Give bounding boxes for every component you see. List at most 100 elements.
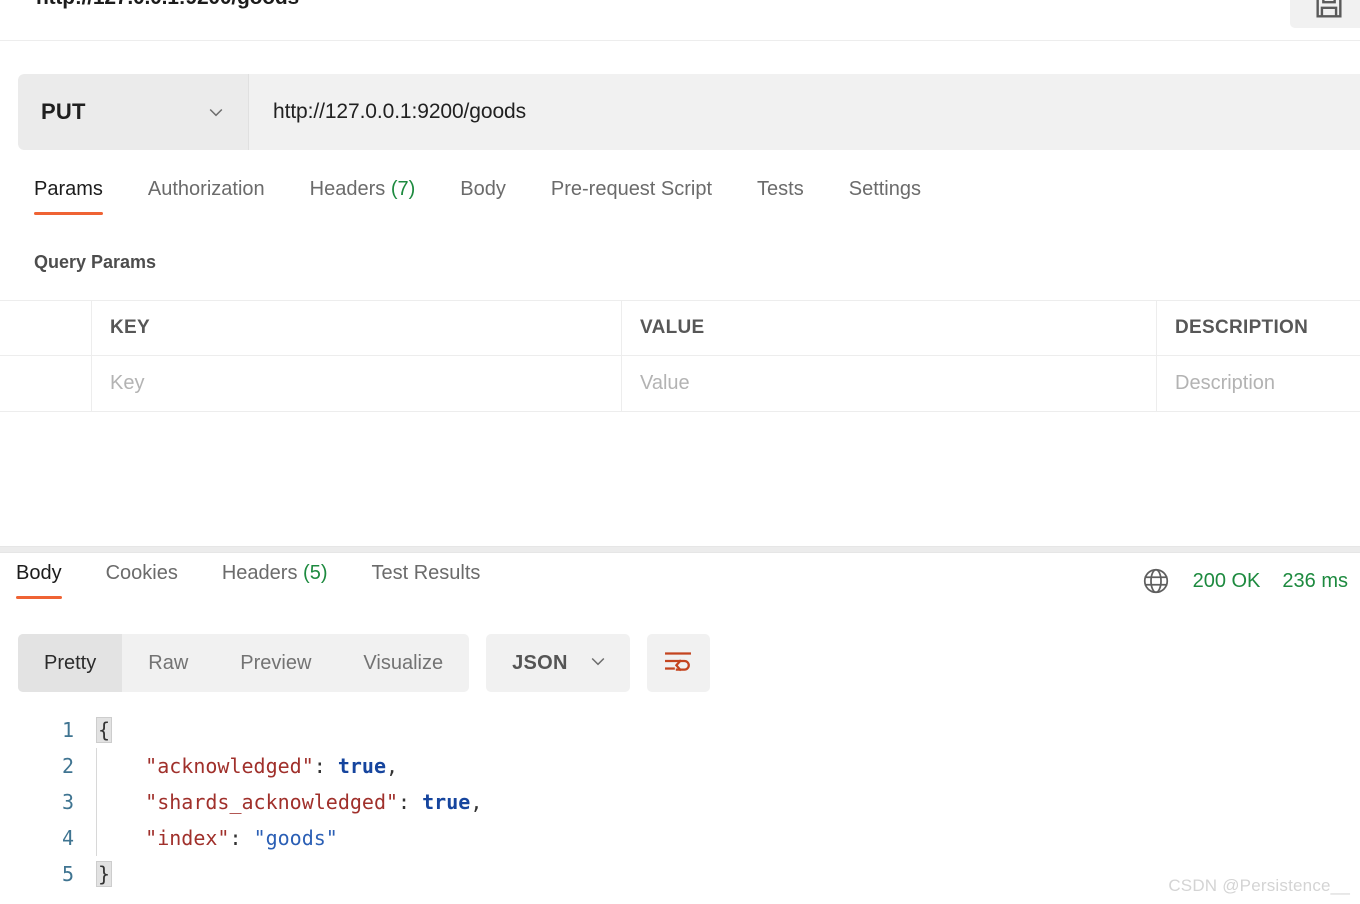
- tab-settings-label: Settings: [848, 178, 921, 200]
- view-pretty-label: Pretty: [44, 651, 97, 674]
- tab-response-body[interactable]: Body: [16, 562, 62, 599]
- json-key: "index": [145, 826, 230, 850]
- response-view-segmented-control: Pretty Raw Preview Visualize: [18, 634, 470, 692]
- watermark: CSDN @Persistence__: [1168, 876, 1350, 895]
- code-content: "acknowledged": true,: [97, 754, 398, 778]
- response-meta: 200 OK 236 ms: [1141, 566, 1348, 596]
- select-all-cell[interactable]: [0, 301, 92, 355]
- param-key-placeholder: Key: [110, 372, 145, 394]
- save-button[interactable]: [1290, 0, 1360, 28]
- view-raw-button[interactable]: Raw: [122, 634, 214, 692]
- globe-icon: [1141, 566, 1171, 596]
- tab-authorization[interactable]: Authorization: [148, 178, 265, 215]
- chevron-down-icon: [588, 651, 608, 676]
- code-content: "index": "goods": [97, 826, 338, 850]
- column-header-description: DESCRIPTION: [1157, 301, 1360, 355]
- tab-response-headers[interactable]: Headers (5): [222, 562, 328, 599]
- code-content: }: [96, 861, 113, 887]
- view-visualize-label: Visualize: [363, 651, 444, 674]
- table-header-row: KEY VALUE DESCRIPTION: [0, 300, 1360, 356]
- word-wrap-icon: [664, 648, 692, 679]
- line-number: 4: [61, 826, 74, 850]
- request-bar: PUT http://127.0.0.1:9200/goods: [18, 74, 1360, 150]
- row-checkbox-cell[interactable]: [0, 356, 92, 411]
- code-line: 2 "acknowledged": true,: [0, 748, 1360, 784]
- word-wrap-button[interactable]: [646, 634, 710, 692]
- json-string: "goods": [253, 826, 338, 850]
- table-row: Key Value Description: [0, 356, 1360, 412]
- param-description-input[interactable]: Description: [1157, 356, 1360, 411]
- json-key: "acknowledged": [145, 754, 314, 778]
- pane-resize-handle[interactable]: [0, 546, 1360, 553]
- line-number: 5: [61, 862, 74, 886]
- tab-response-headers-label: Headers: [221, 562, 298, 584]
- view-preview-button[interactable]: Preview: [214, 634, 337, 692]
- save-icon: [1312, 0, 1346, 22]
- column-header-description-label: DESCRIPTION: [1175, 317, 1309, 338]
- json-colon: :: [229, 826, 254, 850]
- json-colon: :: [398, 790, 423, 814]
- response-time: 236 ms: [1282, 569, 1348, 592]
- tab-response-cookies-label: Cookies: [105, 562, 178, 584]
- json-boolean: true: [337, 754, 387, 778]
- tab-body-label: Body: [460, 178, 506, 200]
- json-comma: ,: [470, 790, 483, 814]
- http-method-select[interactable]: PUT: [18, 74, 249, 150]
- tab-settings[interactable]: Settings: [849, 178, 921, 215]
- tab-pre-request-script[interactable]: Pre-request Script: [551, 178, 712, 215]
- code-line: 1 {: [0, 712, 1360, 748]
- response-format-toolbar: Pretty Raw Preview Visualize JSON: [18, 634, 710, 692]
- tab-pre-request-script-label: Pre-request Script: [550, 178, 713, 200]
- request-tab-bar: Params Authorization Headers (7) Body Pr…: [0, 178, 1360, 226]
- page-title: http://127.0.0.1:9200/goods: [36, 0, 299, 10]
- json-boolean: true: [422, 790, 471, 814]
- tab-response-headers-count: (5): [303, 562, 328, 584]
- tab-headers[interactable]: Headers (7): [310, 178, 416, 215]
- tab-headers-label: Headers: [309, 178, 386, 200]
- response-body-code-viewer[interactable]: 1 { 2 "acknowledged": true, 3 "shards_ac…: [0, 712, 1360, 904]
- url-input[interactable]: http://127.0.0.1:9200/goods: [249, 74, 1360, 150]
- column-header-key-label: KEY: [110, 317, 150, 338]
- json-comma: ,: [386, 754, 399, 778]
- tab-tests[interactable]: Tests: [757, 178, 804, 215]
- code-content: "shards_acknowledged": true,: [97, 790, 482, 814]
- json-colon: :: [313, 754, 338, 778]
- tab-headers-count: (7): [390, 178, 416, 200]
- status-badge: 200 OK: [1192, 569, 1261, 592]
- param-value-input[interactable]: Value: [622, 356, 1157, 411]
- param-key-input[interactable]: Key: [92, 356, 622, 411]
- tab-authorization-label: Authorization: [147, 178, 265, 200]
- view-preview-label: Preview: [240, 651, 312, 674]
- code-line: 4 "index": "goods": [0, 820, 1360, 856]
- open-brace: {: [96, 717, 113, 743]
- code-line: 5 }: [0, 856, 1360, 892]
- view-pretty-button[interactable]: Pretty: [18, 634, 123, 692]
- tab-tests-label: Tests: [757, 178, 804, 200]
- line-number: 1: [61, 718, 74, 742]
- tab-params[interactable]: Params: [34, 178, 103, 215]
- json-key: "shards_acknowledged": [145, 790, 399, 814]
- query-params-title: Query Params: [34, 252, 157, 272]
- tab-body[interactable]: Body: [460, 178, 506, 215]
- param-value-placeholder: Value: [640, 372, 690, 394]
- request-header-strip: http://127.0.0.1:9200/goods: [0, 0, 1360, 41]
- column-header-value-label: VALUE: [640, 317, 705, 338]
- query-params-table: KEY VALUE DESCRIPTION Key Value Descript…: [0, 300, 1360, 412]
- view-visualize-button[interactable]: Visualize: [337, 634, 469, 692]
- view-raw-label: Raw: [148, 651, 189, 674]
- column-header-key: KEY: [92, 301, 622, 355]
- http-method-label: PUT: [41, 99, 86, 124]
- line-number: 2: [61, 754, 74, 778]
- close-brace: }: [96, 861, 113, 887]
- language-label: JSON: [512, 651, 568, 674]
- chevron-down-icon: [206, 102, 226, 122]
- url-value: http://127.0.0.1:9200/goods: [273, 100, 527, 123]
- column-header-value: VALUE: [622, 301, 1157, 355]
- tab-response-body-label: Body: [16, 562, 62, 584]
- tab-response-cookies[interactable]: Cookies: [106, 562, 178, 599]
- code-line: 3 "shards_acknowledged": true,: [0, 784, 1360, 820]
- tab-params-label: Params: [34, 178, 103, 200]
- tab-test-results[interactable]: Test Results: [371, 562, 480, 599]
- language-select[interactable]: JSON: [486, 634, 630, 692]
- line-number: 3: [61, 790, 74, 814]
